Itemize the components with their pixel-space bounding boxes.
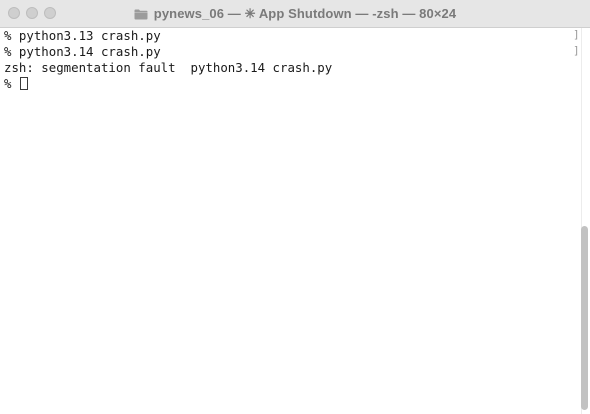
- terminal-output[interactable]: % python3.13 crash.py % python3.14 crash…: [0, 28, 578, 414]
- block-cursor: [19, 77, 28, 90]
- prompt-line[interactable]: %: [4, 76, 578, 92]
- prompt-text: %: [4, 76, 19, 91]
- vertical-scrollbar[interactable]: [578, 28, 590, 414]
- zoom-button[interactable]: [44, 7, 56, 19]
- minimize-button[interactable]: [26, 7, 38, 19]
- scroll-thumb[interactable]: [581, 226, 588, 410]
- window-title: pynews_06 — ✳ App Shutdown — -zsh — 80×2…: [153, 6, 457, 21]
- terminal-line: zsh: segmentation fault python3.14 crash…: [4, 60, 333, 75]
- window-title-group: pynews_06 — ✳ App Shutdown — -zsh — 80×2…: [0, 0, 590, 28]
- close-button[interactable]: [8, 7, 20, 19]
- terminal-line: % python3.14 crash.py: [4, 44, 161, 59]
- title-bar[interactable]: pynews_06 — ✳ App Shutdown — -zsh — 80×2…: [0, 0, 590, 28]
- terminal-line: % python3.13 crash.py: [4, 28, 161, 43]
- folder-icon: [134, 9, 148, 20]
- terminal-window: pynews_06 — ✳ App Shutdown — -zsh — 80×2…: [0, 0, 590, 414]
